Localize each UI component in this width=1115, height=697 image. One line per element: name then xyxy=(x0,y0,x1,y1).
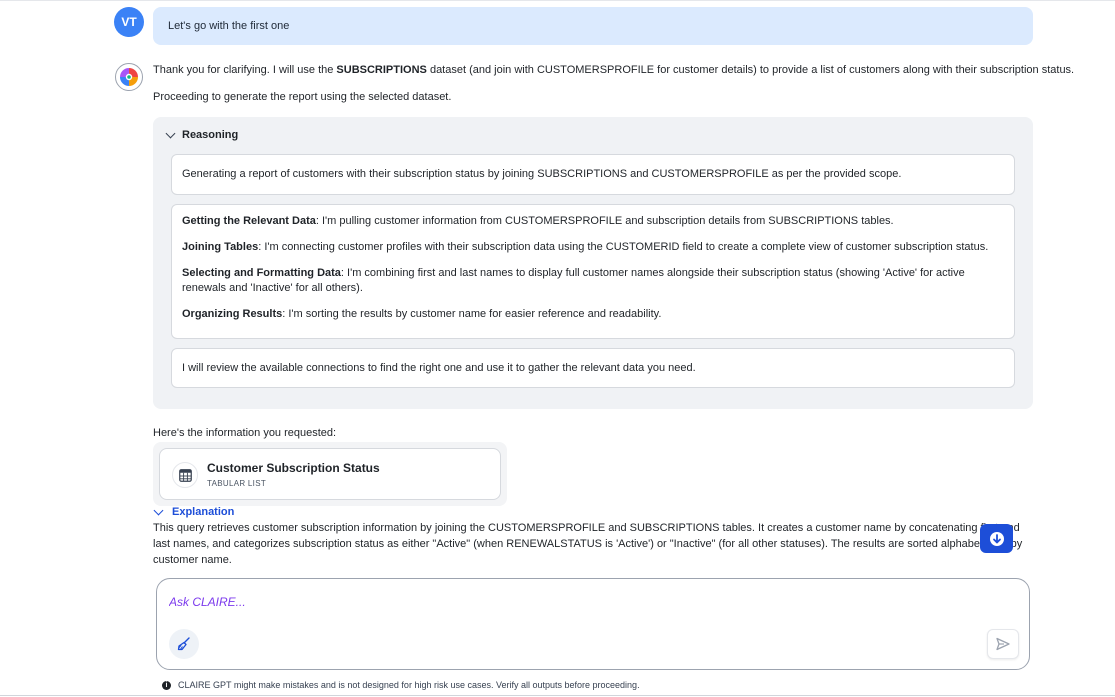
info-icon: i xyxy=(162,680,171,690)
disclaimer-text: CLAIRE GPT might make mistakes and is no… xyxy=(178,680,640,690)
top-divider xyxy=(0,0,1115,1)
reasoning-step: Organizing Results: I'm sorting the resu… xyxy=(182,308,662,320)
explanation-toggle[interactable]: Explanation xyxy=(153,505,235,518)
reasoning-summary: Generating a report of customers with th… xyxy=(182,168,902,180)
arrow-down-circle-icon xyxy=(989,531,1004,546)
reasoning-step: Selecting and Formatting Data: I'm combi… xyxy=(182,267,965,294)
bot-message-line1: Thank you for clarifying. I will use the… xyxy=(153,64,1075,76)
explanation-label: Explanation xyxy=(172,506,235,518)
chevron-down-icon xyxy=(165,128,176,139)
artifact-container: Customer Subscription Status TABULAR LIS… xyxy=(153,442,507,506)
reasoning-summary-card: Generating a report of customers with th… xyxy=(171,154,1015,195)
user-message-text: Let's go with the first one xyxy=(168,20,290,32)
artifact-title: Customer Subscription Status xyxy=(207,461,380,475)
artifact-card-customer-subscription-status[interactable]: Customer Subscription Status TABULAR LIS… xyxy=(159,448,501,500)
reasoning-steps-card: Getting the Relevant Data: I'm pulling c… xyxy=(171,204,1015,339)
clear-chat-button[interactable] xyxy=(169,629,199,659)
bot-message-line2: Proceeding to generate the report using … xyxy=(153,91,452,103)
bottom-divider xyxy=(0,695,1115,696)
ask-claire-input[interactable] xyxy=(169,595,1009,609)
broom-icon xyxy=(177,637,190,651)
user-avatar: VT xyxy=(114,7,144,37)
reasoning-final: I will review the available connections … xyxy=(182,361,696,374)
reasoning-toggle[interactable]: Reasoning xyxy=(165,128,239,141)
chat-composer xyxy=(156,578,1030,670)
send-button[interactable] xyxy=(987,629,1019,659)
result-intro: Here's the information you requested: xyxy=(153,427,337,439)
reasoning-panel: Reasoning Generating a report of custome… xyxy=(153,117,1033,409)
claire-logo-icon xyxy=(120,68,138,86)
explanation-text: This query retrieves customer subscripti… xyxy=(153,522,1023,566)
scroll-to-bottom-button[interactable] xyxy=(980,524,1013,553)
table-icon xyxy=(172,462,198,488)
chevron-down-icon xyxy=(153,505,164,516)
user-message-bubble: Let's go with the first one xyxy=(153,7,1033,45)
claire-avatar xyxy=(115,63,143,91)
reasoning-step: Getting the Relevant Data: I'm pulling c… xyxy=(182,215,894,227)
reasoning-final-card: I will review the available connections … xyxy=(171,348,1015,388)
artifact-type: TABULAR LIST xyxy=(207,479,267,488)
reasoning-title: Reasoning xyxy=(182,129,239,141)
disclaimer: i CLAIRE GPT might make mistakes and is … xyxy=(162,680,640,690)
send-icon xyxy=(996,637,1010,651)
reasoning-step: Joining Tables: I'm connecting customer … xyxy=(182,241,989,253)
